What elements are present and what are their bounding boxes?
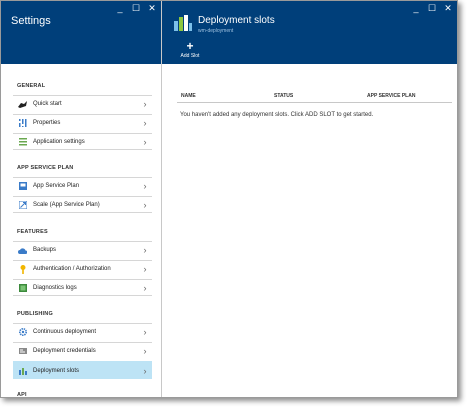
maximize-button[interactable]: ☐ xyxy=(131,4,141,13)
menu-item-properties[interactable]: Properties › xyxy=(13,114,152,131)
slots-window-controls: _ ☐ ✕ xyxy=(411,4,453,13)
menu-item-label: App Service Plan xyxy=(33,183,80,189)
rocket-icon xyxy=(18,100,27,109)
menu-item-label: Diagnostics logs xyxy=(33,284,77,291)
maximize-button[interactable]: ☐ xyxy=(427,4,437,13)
menu-item-backups[interactable]: Backups › xyxy=(13,241,152,258)
close-button[interactable]: ✕ xyxy=(443,4,453,13)
deployment-slots-title: Deployment slots xyxy=(198,15,275,26)
chevron-right-icon: › xyxy=(143,327,147,337)
section-label-publishing: PUBLISHING xyxy=(17,311,53,317)
menu-item-label: Continuous deployment xyxy=(33,329,97,335)
menu-item-label: Quick start xyxy=(33,101,62,107)
menu-item-application-settings[interactable]: Application settings › xyxy=(13,133,152,150)
menu-item-label: Authentication / Authorization xyxy=(33,266,111,272)
section-label-api: API xyxy=(17,392,27,398)
deployment-slots-icon xyxy=(174,15,192,31)
chevron-right-icon: › xyxy=(143,365,147,376)
portal-window: Settings _ ☐ ✕ GENERAL Quick start › Pro… xyxy=(0,0,458,398)
scale-icon xyxy=(18,200,27,209)
menu-item-deployment-slots[interactable]: Deployment slots › xyxy=(13,361,152,379)
key-icon xyxy=(18,264,27,274)
menu-item-app-service-plan[interactable]: App Service Plan › xyxy=(13,177,152,194)
menu-item-continuous-deployment[interactable]: Continuous deployment › xyxy=(13,323,152,340)
diagnostics-icon xyxy=(18,283,27,292)
settings-header: Settings _ ☐ ✕ xyxy=(1,1,161,64)
column-header-name[interactable]: NAME xyxy=(181,93,196,99)
plus-icon: + xyxy=(186,39,194,53)
menu-item-deployment-credentials[interactable]: Deployment credentials › xyxy=(13,342,152,359)
menu-item-scale[interactable]: Scale (App Service Plan) › xyxy=(13,196,152,213)
menu-item-quick-start[interactable]: Quick start › xyxy=(13,95,152,112)
section-label-general: GENERAL xyxy=(17,83,46,89)
chevron-right-icon: › xyxy=(143,199,147,210)
close-button[interactable]: ✕ xyxy=(147,4,157,13)
column-header-app-service-plan[interactable]: APP SERVICE PLAN xyxy=(367,93,415,99)
chevron-right-icon: › xyxy=(143,136,147,147)
properties-icon xyxy=(18,119,27,128)
credentials-icon xyxy=(18,347,27,356)
cloud-backup-icon xyxy=(18,246,27,255)
chevron-right-icon: › xyxy=(143,99,147,109)
chevron-right-icon: › xyxy=(143,118,147,128)
column-header-status[interactable]: STATUS xyxy=(274,93,293,99)
settings-list-icon xyxy=(18,137,27,146)
deployment-slots-icon xyxy=(18,366,27,375)
section-label-app-service-plan: APP SERVICE PLAN xyxy=(17,165,74,171)
chevron-right-icon: › xyxy=(143,245,147,255)
chevron-right-icon: › xyxy=(143,181,147,191)
settings-window-controls: _ ☐ ✕ xyxy=(115,4,157,13)
settings-title: Settings xyxy=(11,15,51,27)
menu-item-label: Application settings xyxy=(33,138,85,145)
add-slot-label: Add Slot xyxy=(180,53,200,59)
chevron-right-icon: › xyxy=(143,346,147,356)
menu-item-authentication[interactable]: Authentication / Authorization › xyxy=(13,260,152,277)
menu-item-label: Scale (App Service Plan) xyxy=(33,201,100,208)
app-service-plan-icon xyxy=(18,182,27,191)
menu-item-label: Deployment credentials xyxy=(33,348,96,354)
section-label-features: FEATURES xyxy=(17,229,48,235)
menu-item-label: Backups xyxy=(33,247,57,253)
gear-icon xyxy=(18,328,27,337)
settings-blade: Settings _ ☐ ✕ GENERAL Quick start › Pro… xyxy=(1,1,162,398)
menu-item-diagnostics-logs[interactable]: Diagnostics logs › xyxy=(13,279,152,296)
empty-state-message: You haven't added any deployment slots. … xyxy=(180,112,374,118)
menu-item-label: Properties xyxy=(33,120,61,126)
menu-item-label: Deployment slots xyxy=(33,367,80,374)
chevron-right-icon: › xyxy=(143,264,147,274)
add-slot-button[interactable]: + Add Slot xyxy=(179,39,201,59)
minimize-button[interactable]: _ xyxy=(115,4,125,13)
deployment-slots-subtitle: wm-deployment xyxy=(198,28,234,34)
deployment-slots-blade: Deployment slots wm-deployment _ ☐ ✕ + A… xyxy=(162,1,457,397)
chevron-right-icon: › xyxy=(143,282,147,293)
slots-table-header: NAME STATUS APP SERVICE PLAN xyxy=(177,89,452,103)
minimize-button[interactable]: _ xyxy=(411,4,421,13)
deployment-slots-header: Deployment slots wm-deployment _ ☐ ✕ + A… xyxy=(162,1,457,64)
